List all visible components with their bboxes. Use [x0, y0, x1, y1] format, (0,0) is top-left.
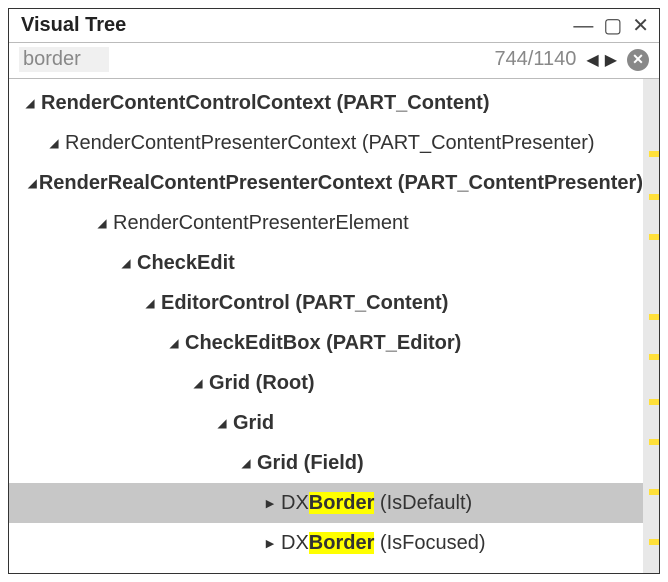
- clear-search-button[interactable]: ✕: [627, 49, 649, 71]
- gutter-match-mark[interactable]: [649, 234, 659, 240]
- tree-item-label: RenderContentPresenterContext (PART_Cont…: [65, 132, 595, 155]
- tree-item-label: CheckEditBox (PART_Editor): [185, 332, 461, 355]
- match-gutter[interactable]: [643, 79, 659, 573]
- titlebar: Visual Tree — ▢ ✕: [9, 9, 659, 43]
- gutter-match-mark[interactable]: [649, 151, 659, 157]
- visual-tree[interactable]: RenderContentControlContext (PART_Conten…: [9, 79, 643, 573]
- tree-item-label: Grid (Field): [257, 452, 364, 475]
- tree-row[interactable]: DXBorder (IsDefault): [9, 483, 643, 523]
- collapse-icon[interactable]: [141, 296, 159, 310]
- tree-row[interactable]: DXBorder (IsFocused): [9, 523, 643, 563]
- tree-row[interactable]: EditorControl (PART_Content): [9, 283, 643, 323]
- gutter-match-mark[interactable]: [649, 439, 659, 445]
- tree-row[interactable]: Grid: [9, 403, 643, 443]
- tree-row[interactable]: RenderRealContentPresenterContext (PART_…: [9, 163, 643, 203]
- collapse-icon[interactable]: [21, 96, 39, 110]
- tree-item-label: Grid (Root): [209, 372, 315, 395]
- tree-item-label: RenderContentControlContext (PART_Conten…: [41, 92, 489, 115]
- search-nav: ◀ ▶: [584, 50, 619, 70]
- visual-tree-panel: Visual Tree — ▢ ✕ 744/1140 ◀ ▶ ✕ RenderC…: [8, 8, 660, 574]
- window-controls: — ▢ ✕: [573, 16, 649, 36]
- search-bar: 744/1140 ◀ ▶ ✕: [9, 43, 659, 79]
- collapse-icon[interactable]: [189, 376, 207, 390]
- collapse-icon[interactable]: [45, 136, 63, 150]
- panel-title: Visual Tree: [21, 14, 126, 37]
- prev-match-button[interactable]: ◀: [584, 50, 600, 70]
- search-highlight: Border: [309, 532, 375, 554]
- collapse-icon[interactable]: [28, 176, 37, 190]
- restore-button[interactable]: ▢: [603, 16, 622, 36]
- gutter-match-mark[interactable]: [649, 489, 659, 495]
- panel-body: RenderContentControlContext (PART_Conten…: [9, 79, 659, 573]
- tree-row[interactable]: Grid (Field): [9, 443, 643, 483]
- tree-row[interactable]: CheckEdit: [9, 243, 643, 283]
- gutter-match-mark[interactable]: [649, 314, 659, 320]
- search-highlight: Border: [309, 492, 375, 514]
- tree-row[interactable]: RenderContentPresenterContext (PART_Cont…: [9, 123, 643, 163]
- tree-item-label: CheckEdit: [137, 252, 235, 275]
- collapse-icon[interactable]: [237, 456, 255, 470]
- minimize-button[interactable]: —: [573, 16, 593, 36]
- expand-icon[interactable]: [261, 537, 279, 550]
- next-match-button[interactable]: ▶: [603, 50, 619, 70]
- tree-row[interactable]: RenderContentPresenterElement: [9, 203, 643, 243]
- search-result-count: 744/1140: [494, 48, 576, 71]
- tree-item-label: RenderContentPresenterElement: [113, 212, 409, 235]
- collapse-icon[interactable]: [165, 336, 183, 350]
- tree-item-label: DXBorder (IsDefault): [281, 492, 472, 515]
- tree-row[interactable]: CheckEditBox (PART_Editor): [9, 323, 643, 363]
- gutter-match-mark[interactable]: [649, 194, 659, 200]
- expand-icon[interactable]: [261, 497, 279, 510]
- search-input[interactable]: [19, 47, 109, 72]
- collapse-icon[interactable]: [117, 256, 135, 270]
- collapse-icon[interactable]: [93, 216, 111, 230]
- collapse-icon[interactable]: [213, 416, 231, 430]
- tree-item-label: EditorControl (PART_Content): [161, 292, 448, 315]
- tree-item-label: RenderRealContentPresenterContext (PART_…: [39, 172, 643, 195]
- tree-row[interactable]: RenderContentControlContext (PART_Conten…: [9, 83, 643, 123]
- gutter-match-mark[interactable]: [649, 399, 659, 405]
- tree-item-label: Grid: [233, 412, 274, 435]
- close-button[interactable]: ✕: [632, 16, 649, 36]
- tree-row[interactable]: Grid (Root): [9, 363, 643, 403]
- gutter-match-mark[interactable]: [649, 354, 659, 360]
- tree-item-label: DXBorder (IsFocused): [281, 532, 486, 555]
- gutter-match-mark[interactable]: [649, 539, 659, 545]
